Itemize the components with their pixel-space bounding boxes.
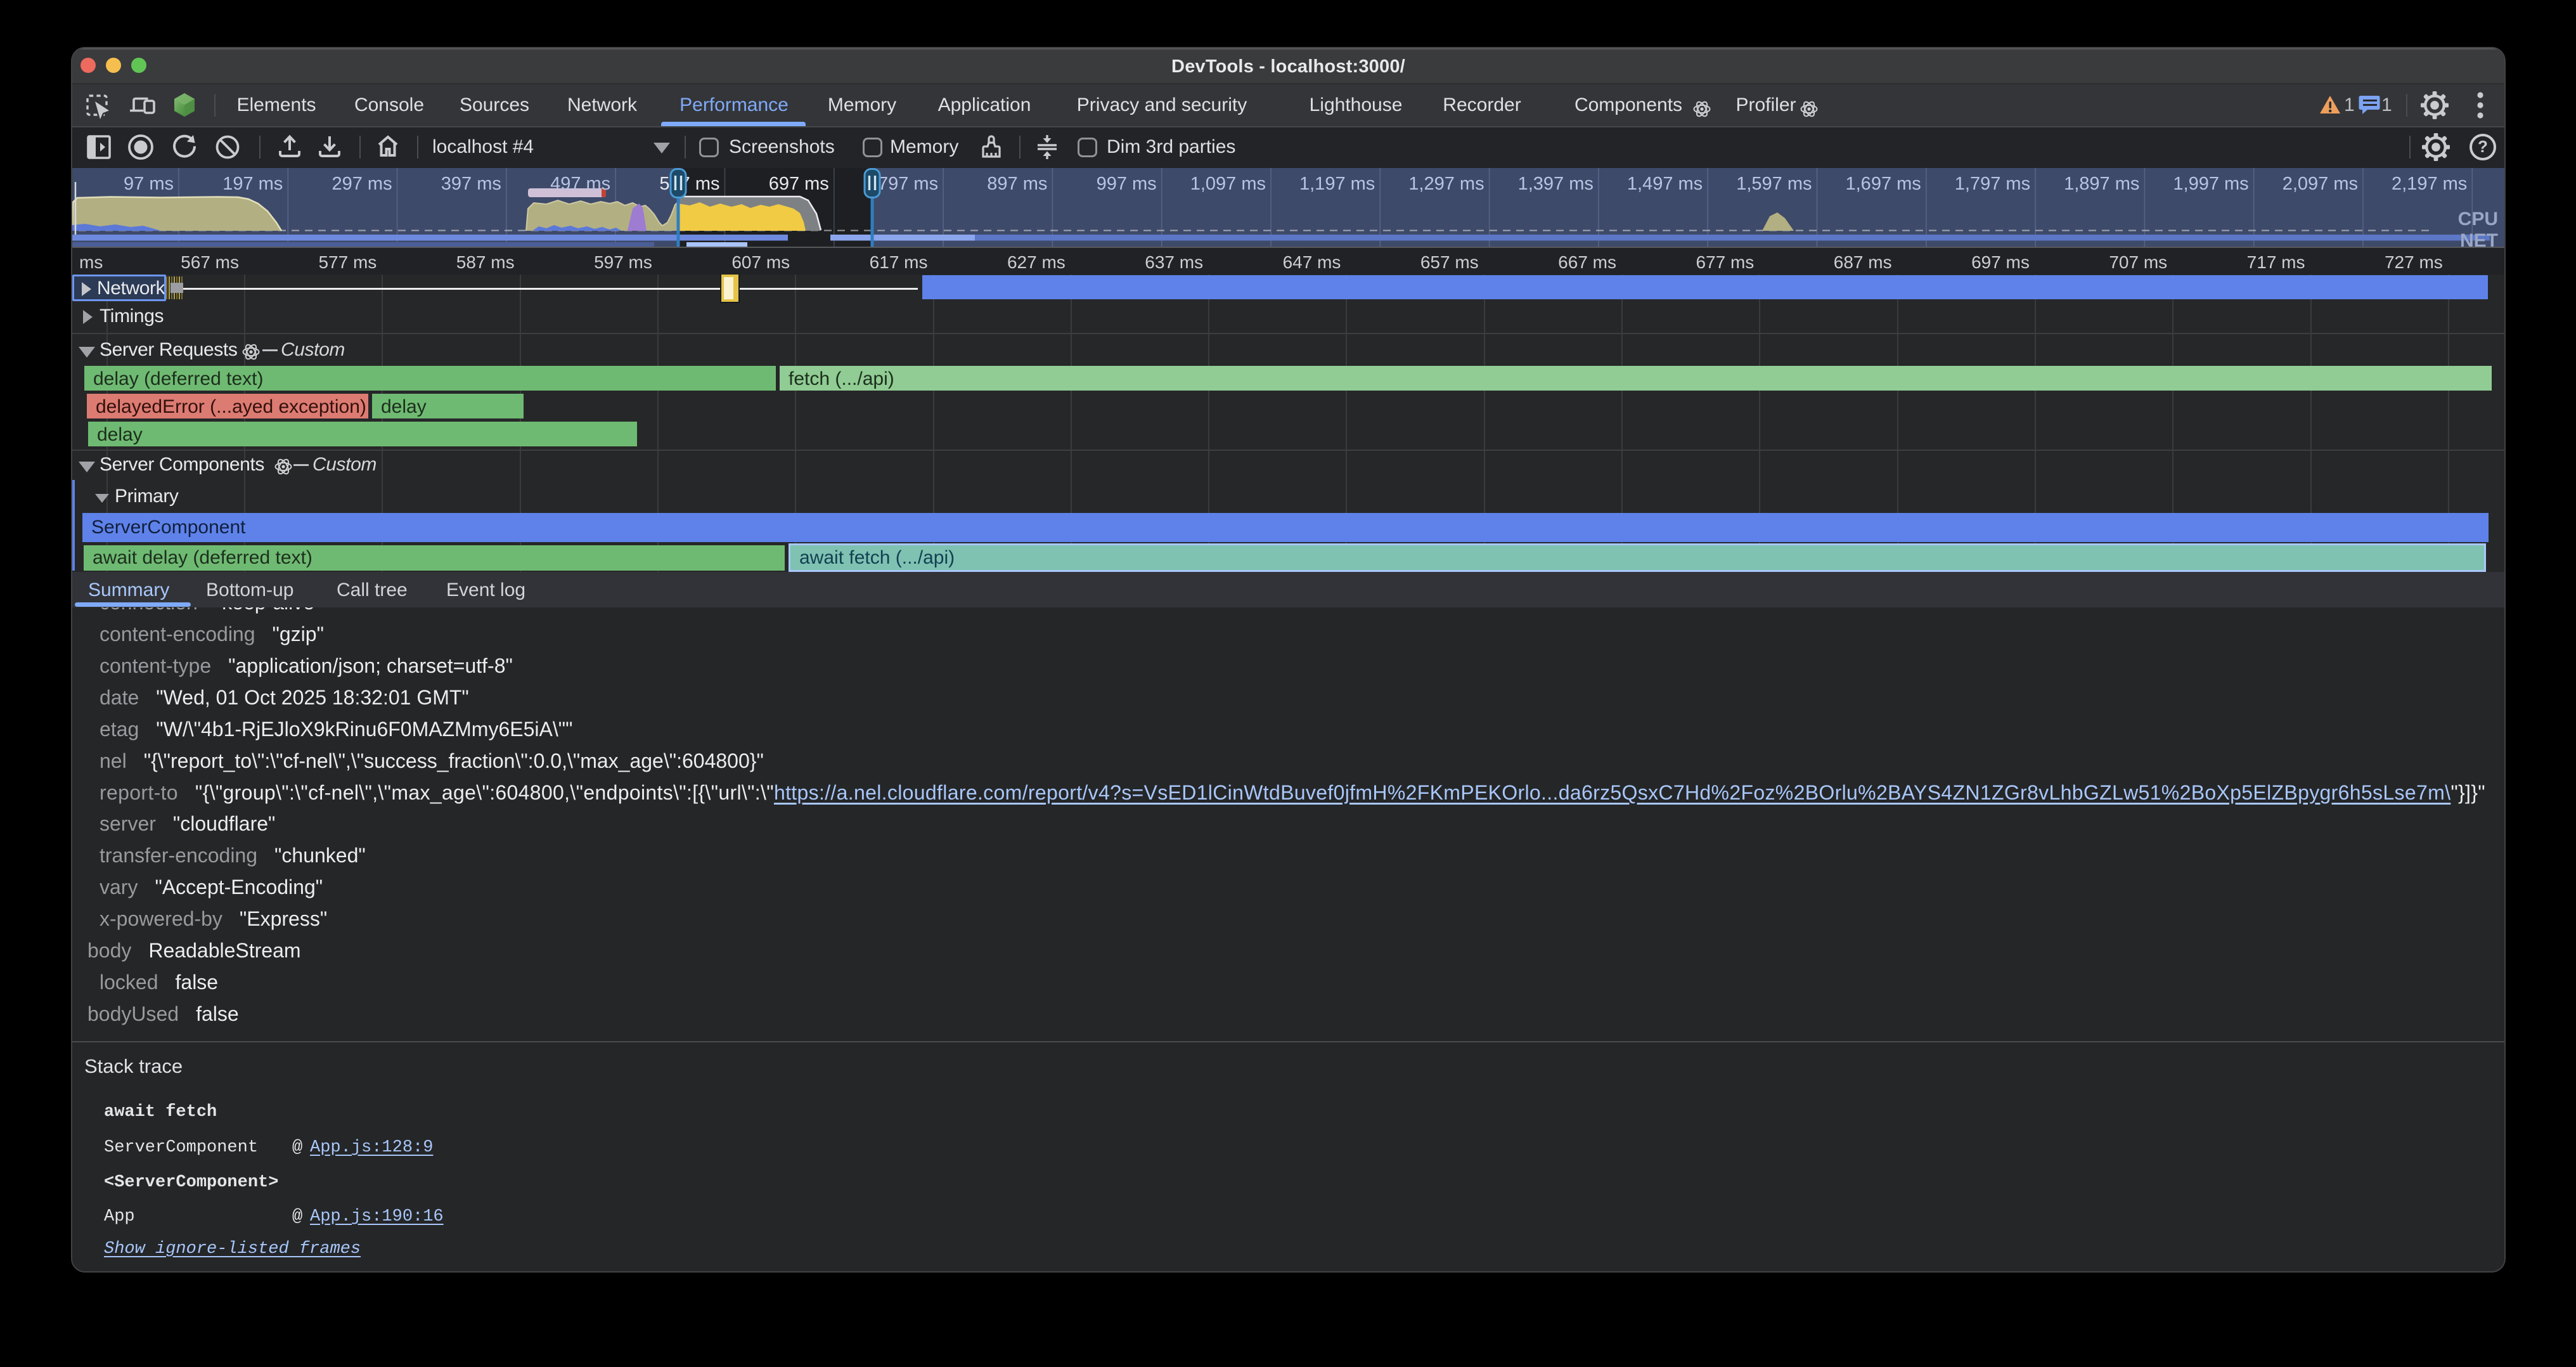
svg-text:997 ms: 997 ms	[1097, 174, 1157, 194]
svg-text:797 ms: 797 ms	[878, 174, 938, 194]
svg-text:297 ms: 297 ms	[332, 174, 392, 194]
svg-text:897 ms: 897 ms	[987, 174, 1047, 194]
svg-text:CPU: CPU	[2458, 209, 2498, 230]
svg-text:1,497 ms: 1,497 ms	[1627, 174, 1703, 194]
svg-text:1,097 ms: 1,097 ms	[1190, 174, 1266, 194]
svg-text:1,797 ms: 1,797 ms	[1955, 174, 2030, 194]
svg-text:97 ms: 97 ms	[124, 174, 174, 194]
svg-text:1,697 ms: 1,697 ms	[1846, 174, 1921, 194]
svg-text:1,997 ms: 1,997 ms	[2173, 174, 2248, 194]
svg-text:597 ms: 597 ms	[659, 174, 719, 194]
svg-text:1,897 ms: 1,897 ms	[2064, 174, 2139, 194]
svg-text:?: ?	[2478, 137, 2488, 156]
svg-text:497 ms: 497 ms	[550, 174, 610, 194]
svg-text:1,397 ms: 1,397 ms	[1518, 174, 1594, 194]
svg-text:197 ms: 197 ms	[222, 174, 283, 194]
svg-text:1,197 ms: 1,197 ms	[1299, 174, 1375, 194]
svg-text:697 ms: 697 ms	[769, 174, 829, 194]
svg-text:1,597 ms: 1,597 ms	[1736, 174, 1812, 194]
svg-text:397 ms: 397 ms	[441, 174, 501, 194]
svg-text:2,197 ms: 2,197 ms	[2392, 174, 2467, 194]
svg-text:NET: NET	[2460, 230, 2498, 248]
svg-text:1,297 ms: 1,297 ms	[1408, 174, 1484, 194]
svg-text:2,097 ms: 2,097 ms	[2283, 174, 2358, 194]
